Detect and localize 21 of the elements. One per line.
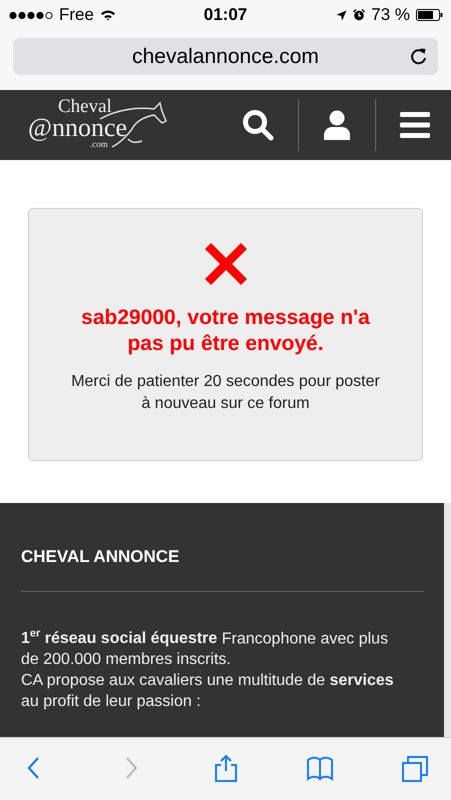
user-icon[interactable] [323, 110, 351, 140]
reload-icon[interactable] [410, 47, 428, 66]
footer-text: CA propose aux cavaliers une multitude de services au profit de leur passion : [21, 671, 395, 712]
menu-icon[interactable] [400, 112, 430, 138]
clock-time: 01:07 [202, 5, 248, 25]
address-bar[interactable]: chevalannonce.com [13, 38, 438, 75]
location-arrow-icon [336, 10, 348, 20]
signal-icon [9, 10, 53, 20]
footer-heading: CHEVAL ANNONCE [21, 547, 180, 567]
error-message: sab29000, votre message n'a pas pu être envoyé. [80, 305, 371, 357]
error-detail: Merci de patienter 20 secondes pour poster à nouveau sur ce forum [70, 372, 381, 414]
alarm-clock-icon [353, 9, 366, 21]
footer-text: 1$^{er}$ réseau social équestre Francophone avec plus de 200.000 membres inscrits. [21, 627, 390, 670]
battery-percent: 73 % [371, 5, 410, 25]
carrier-name: Free [59, 5, 94, 25]
book-icon[interactable] [306, 754, 334, 784]
wifi-icon [100, 9, 116, 21]
error-cross-icon [202, 241, 248, 287]
tabs-icon[interactable] [401, 754, 429, 784]
battery-icon [416, 9, 443, 21]
search-icon[interactable] [242, 109, 274, 141]
